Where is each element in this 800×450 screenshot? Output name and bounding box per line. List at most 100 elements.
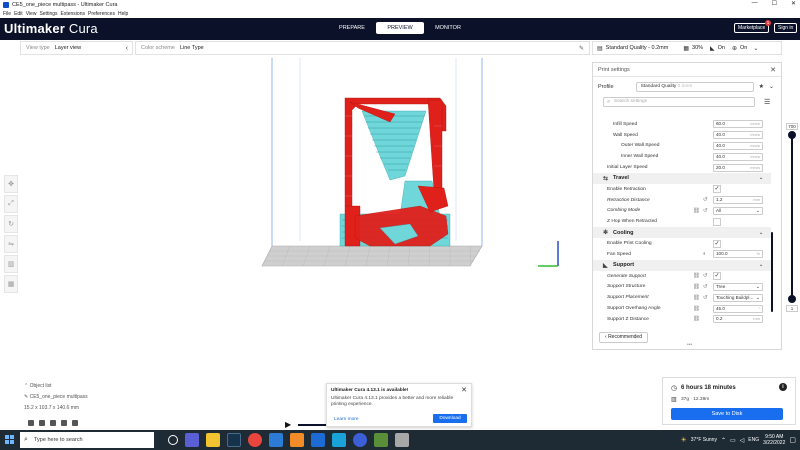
chevron-down-icon[interactable]: ⌄ — [769, 83, 774, 90]
volume-icon[interactable]: ◁ — [740, 437, 745, 444]
taskbar-search-input[interactable]: Type here to search — [20, 432, 154, 448]
setting-input[interactable]: 60.0 mm/s — [713, 120, 763, 129]
teams-icon[interactable] — [185, 433, 199, 447]
setting-input[interactable]: 40.0 mm/s — [713, 141, 763, 150]
link-icon[interactable]: ⛓ — [693, 208, 700, 214]
close-button[interactable]: ✕ — [791, 0, 796, 7]
layer-top-value[interactable]: 700 — [786, 123, 798, 130]
function-icon[interactable]: ◐ — [703, 251, 706, 257]
link-icon[interactable]: ⛓ — [693, 295, 700, 301]
color-scheme-panel[interactable]: Color scheme Line Type ✎ — [135, 41, 590, 55]
view-type-panel[interactable]: View type Layer view ‹ — [20, 41, 133, 55]
menu-file[interactable]: File — [3, 11, 11, 17]
front-view-icon[interactable] — [39, 420, 45, 426]
reset-icon[interactable]: ↺ — [703, 295, 708, 301]
layer-top-handle[interactable] — [788, 131, 796, 139]
category-support[interactable]: ◣ Support ⌄ — [593, 259, 771, 271]
tray-chevron-icon[interactable]: ⌃ — [721, 437, 726, 444]
rotate-tool-icon[interactable]: ↻ — [4, 215, 18, 233]
category-travel[interactable]: ⇆ Travel ⌄ — [593, 172, 771, 184]
link-icon[interactable]: ⛓ — [693, 316, 700, 322]
setting-input[interactable]: 40.0 mm/s — [713, 152, 763, 161]
recommended-button[interactable]: ‹ Recommended — [599, 332, 648, 343]
tab-prepare[interactable]: PREPARE — [328, 22, 376, 34]
setting-input[interactable]: 1.2 mm — [713, 196, 763, 205]
setting-checkbox[interactable]: ✓ — [713, 239, 721, 248]
edge-icon[interactable] — [269, 433, 283, 447]
setting-dropdown[interactable]: All ⌄ — [713, 206, 763, 215]
collapse-chevron-icon[interactable]: ‹ — [126, 45, 128, 52]
maximize-button[interactable]: ☐ — [772, 0, 777, 7]
setting-input[interactable]: 20.0 mm/s — [713, 163, 763, 172]
play-simulation-icon[interactable]: ▶ — [285, 420, 291, 429]
setting-input[interactable]: 100.0% — [713, 250, 763, 259]
language-indicator[interactable]: ENG — [748, 437, 759, 443]
setting-input[interactable]: 40.0 mm/s — [713, 131, 763, 140]
move-tool-icon[interactable]: ✥ — [4, 175, 18, 193]
setting-checkbox[interactable] — [713, 217, 721, 226]
tab-preview[interactable]: PREVIEW — [376, 22, 424, 34]
scale-tool-icon[interactable]: ⤢ — [4, 195, 18, 213]
tab-monitor[interactable]: MONITOR — [424, 22, 472, 34]
settings-search-input[interactable]: ⌕ Search settings — [603, 97, 755, 107]
app-icon-cyan[interactable] — [332, 433, 346, 447]
app-icon-orange[interactable] — [290, 433, 304, 447]
edit-pencil-icon[interactable]: ✎ — [24, 394, 28, 400]
sign-in-button[interactable]: Sign in — [774, 23, 798, 33]
save-to-disk-button[interactable]: Save to Disk — [671, 408, 783, 420]
print-setup-summary[interactable]: ▤ Standard Quality - 0.2mm ▦ 30% ◣ On ⊕ … — [592, 41, 782, 55]
setting-checkbox[interactable]: ✓ — [713, 185, 721, 194]
file-explorer-icon[interactable] — [206, 433, 220, 447]
left-view-icon[interactable] — [61, 420, 67, 426]
reset-icon[interactable]: ↺ — [703, 197, 708, 203]
settings-visibility-menu-icon[interactable]: ☰ — [764, 98, 770, 106]
setting-dropdown[interactable]: Tree ⌄ — [713, 282, 763, 291]
marketplace-button[interactable]: Marketplace — [734, 23, 770, 33]
top-view-icon[interactable] — [50, 420, 56, 426]
app-icon-blue[interactable] — [353, 433, 367, 447]
steam-icon[interactable] — [227, 433, 241, 447]
menu-help[interactable]: Help — [118, 11, 128, 17]
link-icon[interactable]: ⛓ — [693, 273, 700, 279]
reset-icon[interactable]: ↺ — [703, 273, 708, 279]
cura-taskbar-icon[interactable] — [311, 433, 325, 447]
link-icon[interactable]: ⛓ — [693, 306, 700, 312]
per-model-settings-icon[interactable]: ▥ — [4, 255, 18, 273]
3d-view-icon[interactable] — [28, 420, 34, 426]
link-icon[interactable]: ⛓ — [693, 284, 700, 290]
layer-bottom-value[interactable]: 1 — [786, 305, 798, 312]
chrome-icon[interactable] — [248, 433, 262, 447]
menu-view[interactable]: View — [26, 11, 37, 17]
layer-bottom-handle[interactable] — [788, 295, 796, 303]
minimize-button[interactable]: — — [752, 0, 758, 7]
layer-slider-track[interactable] — [791, 135, 793, 297]
weather-text[interactable]: 37°F Sunny — [691, 437, 717, 443]
learn-more-link[interactable]: Learn more — [334, 417, 359, 422]
support-blocker-icon[interactable]: ▦ — [4, 275, 18, 293]
setting-input[interactable]: 45.0 ° — [713, 304, 763, 313]
simulation-path-slider[interactable] — [298, 424, 326, 426]
setting-input[interactable]: 0.2 mm — [713, 315, 763, 324]
close-icon[interactable]: ✕ — [770, 66, 776, 74]
settings-scrollbar[interactable] — [771, 232, 773, 312]
info-icon[interactable]: i — [779, 383, 787, 391]
setting-dropdown[interactable]: Touching Buildpl... ⌄ — [713, 293, 763, 302]
profile-dropdown[interactable]: Standard Quality 0.2mm — [635, 81, 754, 92]
star-favorite-icon[interactable]: ★ — [759, 83, 764, 90]
download-button[interactable]: Download — [433, 414, 467, 423]
right-view-icon[interactable] — [72, 420, 78, 426]
cortana-icon[interactable] — [168, 435, 178, 445]
reset-icon[interactable]: ↺ — [703, 284, 708, 290]
close-icon[interactable]: ✕ — [461, 386, 467, 394]
setting-checkbox[interactable]: ✓ — [713, 272, 721, 281]
app-icon-green[interactable] — [374, 433, 388, 447]
windows-start-icon[interactable] — [5, 435, 14, 444]
app-icon-gray[interactable] — [395, 433, 409, 447]
resize-handle-icon[interactable]: ••• — [687, 342, 692, 348]
menu-edit[interactable]: Edit — [14, 11, 23, 17]
object-list-toggle[interactable]: ⌃ Object list — [24, 383, 88, 389]
mirror-tool-icon[interactable]: ⇋ — [4, 235, 18, 253]
menu-extensions[interactable]: Extensions — [61, 11, 85, 17]
taskbar-clock[interactable]: 9:50 AM 3/22/2022 — [763, 434, 785, 446]
category-cooling[interactable]: ✻ Cooling ⌄ — [593, 227, 771, 239]
